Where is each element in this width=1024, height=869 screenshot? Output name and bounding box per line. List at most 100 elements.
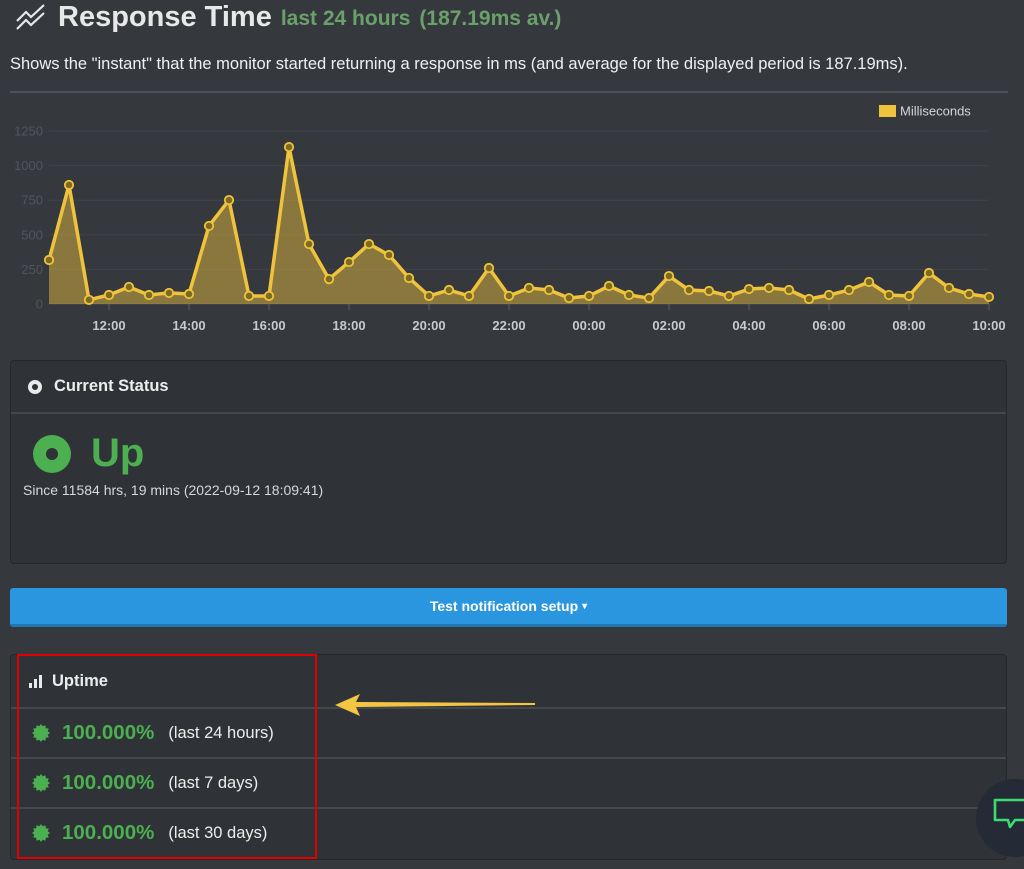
data-point[interactable]: [943, 282, 955, 294]
data-point[interactable]: [143, 289, 155, 301]
certificate-badge-icon: [32, 774, 50, 792]
data-point[interactable]: [263, 290, 275, 302]
data-point[interactable]: [603, 280, 615, 292]
chart-legend: Milliseconds: [879, 104, 971, 119]
data-point[interactable]: [43, 254, 55, 266]
page-header: Response Time last 24 hours (187.19ms av…: [14, 0, 561, 34]
data-point[interactable]: [663, 270, 675, 282]
data-point[interactable]: [103, 289, 115, 301]
response-time-chart: 0 250 500 750 1000 1250 12:00 14:00 16:00 18:00 2…: [14, 104, 1006, 334]
status-text: Up: [91, 431, 145, 475]
certificate-badge-icon: [32, 724, 50, 742]
series-area: [49, 147, 989, 304]
data-point[interactable]: [283, 141, 295, 153]
data-point[interactable]: [823, 289, 835, 301]
y-tick-label: 750: [21, 193, 43, 208]
x-tick-label: 18:00: [332, 318, 365, 333]
data-point[interactable]: [123, 281, 135, 293]
x-tick-label: 06:00: [812, 318, 845, 333]
data-point[interactable]: [223, 194, 235, 206]
data-point[interactable]: [623, 289, 635, 301]
data-point[interactable]: [583, 290, 595, 302]
bar-chart-icon: [29, 674, 42, 688]
data-point[interactable]: [723, 290, 735, 302]
y-tick-label: 250: [21, 262, 43, 277]
data-point[interactable]: [443, 284, 455, 296]
data-point[interactable]: [783, 284, 795, 296]
data-point[interactable]: [903, 290, 915, 302]
x-tick-label: 00:00: [572, 318, 605, 333]
data-point[interactable]: [183, 288, 195, 300]
y-tick-label: 1250: [14, 124, 43, 139]
x-tick-label: 02:00: [652, 318, 685, 333]
uptime-percent: 100.000%: [62, 721, 155, 744]
uptime-percent: 100.000%: [62, 771, 155, 794]
divider: [10, 91, 1008, 93]
x-tick-label: 16:00: [252, 318, 285, 333]
average-label: (187.19ms av.): [419, 7, 562, 30]
data-point[interactable]: [403, 272, 415, 284]
uptime-period: (last 30 days): [168, 823, 268, 842]
data-point[interactable]: [843, 284, 855, 296]
data-point[interactable]: [383, 249, 395, 261]
uptime-period: (last 24 hours): [168, 723, 274, 742]
data-point[interactable]: [963, 288, 975, 300]
uptime-item-7d: 100.000% (last 7 days): [11, 759, 1006, 809]
data-point[interactable]: [323, 273, 335, 285]
data-point[interactable]: [763, 282, 775, 294]
data-point[interactable]: [923, 267, 935, 279]
x-tick-label: 04:00: [732, 318, 765, 333]
x-tick-label: 22:00: [492, 318, 525, 333]
chat-bubble-icon: [993, 798, 1024, 829]
data-point[interactable]: [83, 294, 95, 305]
data-point[interactable]: [883, 289, 895, 301]
x-tick-label: 14:00: [172, 318, 205, 333]
data-point[interactable]: [683, 284, 695, 296]
certificate-badge-icon: [32, 824, 50, 842]
data-point[interactable]: [303, 238, 315, 250]
data-point[interactable]: [483, 262, 495, 274]
data-point[interactable]: [243, 290, 255, 302]
data-point[interactable]: [863, 276, 875, 288]
data-point[interactable]: [203, 220, 215, 232]
dot-circle-icon: [28, 379, 42, 394]
data-point[interactable]: [503, 290, 515, 302]
uptime-percent: 100.000%: [62, 821, 155, 844]
data-point[interactable]: [523, 282, 535, 294]
uptime-period: (last 7 days): [168, 773, 259, 792]
data-point[interactable]: [563, 292, 575, 304]
test-notification-label: Test notification setup: [429, 598, 579, 614]
status-up-icon: [33, 434, 71, 473]
data-point[interactable]: [63, 179, 75, 191]
current-status-title: Current Status: [54, 377, 169, 395]
data-point[interactable]: [423, 290, 435, 302]
data-point[interactable]: [703, 285, 715, 297]
legend-swatch: [879, 105, 896, 117]
data-point[interactable]: [643, 292, 655, 304]
x-tick-label: 12:00: [92, 318, 125, 333]
legend-label: Milliseconds: [900, 104, 971, 119]
period-label: last 24 hours: [280, 7, 411, 30]
chart-description: Shows the "instant" that the monitor sta…: [10, 55, 908, 73]
data-point[interactable]: [803, 293, 815, 305]
data-point[interactable]: [743, 283, 755, 295]
data-point[interactable]: [343, 256, 355, 268]
y-tick-label: 500: [21, 227, 43, 242]
status-since: Since 11584 hrs, 19 mins (2022-09-12 18:…: [23, 482, 324, 498]
y-tick-label: 1000: [14, 158, 43, 173]
annotation-arrow-icon: [335, 694, 535, 716]
uptime-panel: Uptime 100.000% (last 24 hours) 100.000%…: [10, 654, 1007, 860]
data-point[interactable]: [463, 290, 475, 302]
test-notification-button[interactable]: Test notification setup ▾: [10, 588, 1007, 627]
current-status-header: Current Status: [11, 361, 1006, 414]
data-point[interactable]: [543, 284, 555, 296]
uptime-item-30d: 100.000% (last 30 days): [11, 809, 1006, 857]
data-point[interactable]: [363, 238, 375, 250]
current-status-panel: Current Status Up Since 11584 hrs, 19 mi…: [10, 360, 1007, 564]
status-indicator: Up: [33, 431, 144, 476]
data-point[interactable]: [983, 291, 995, 303]
y-tick-label: 0: [36, 297, 43, 312]
x-tick-label: 08:00: [892, 318, 925, 333]
data-point[interactable]: [163, 287, 175, 299]
caret-down-icon: ▾: [582, 600, 588, 612]
